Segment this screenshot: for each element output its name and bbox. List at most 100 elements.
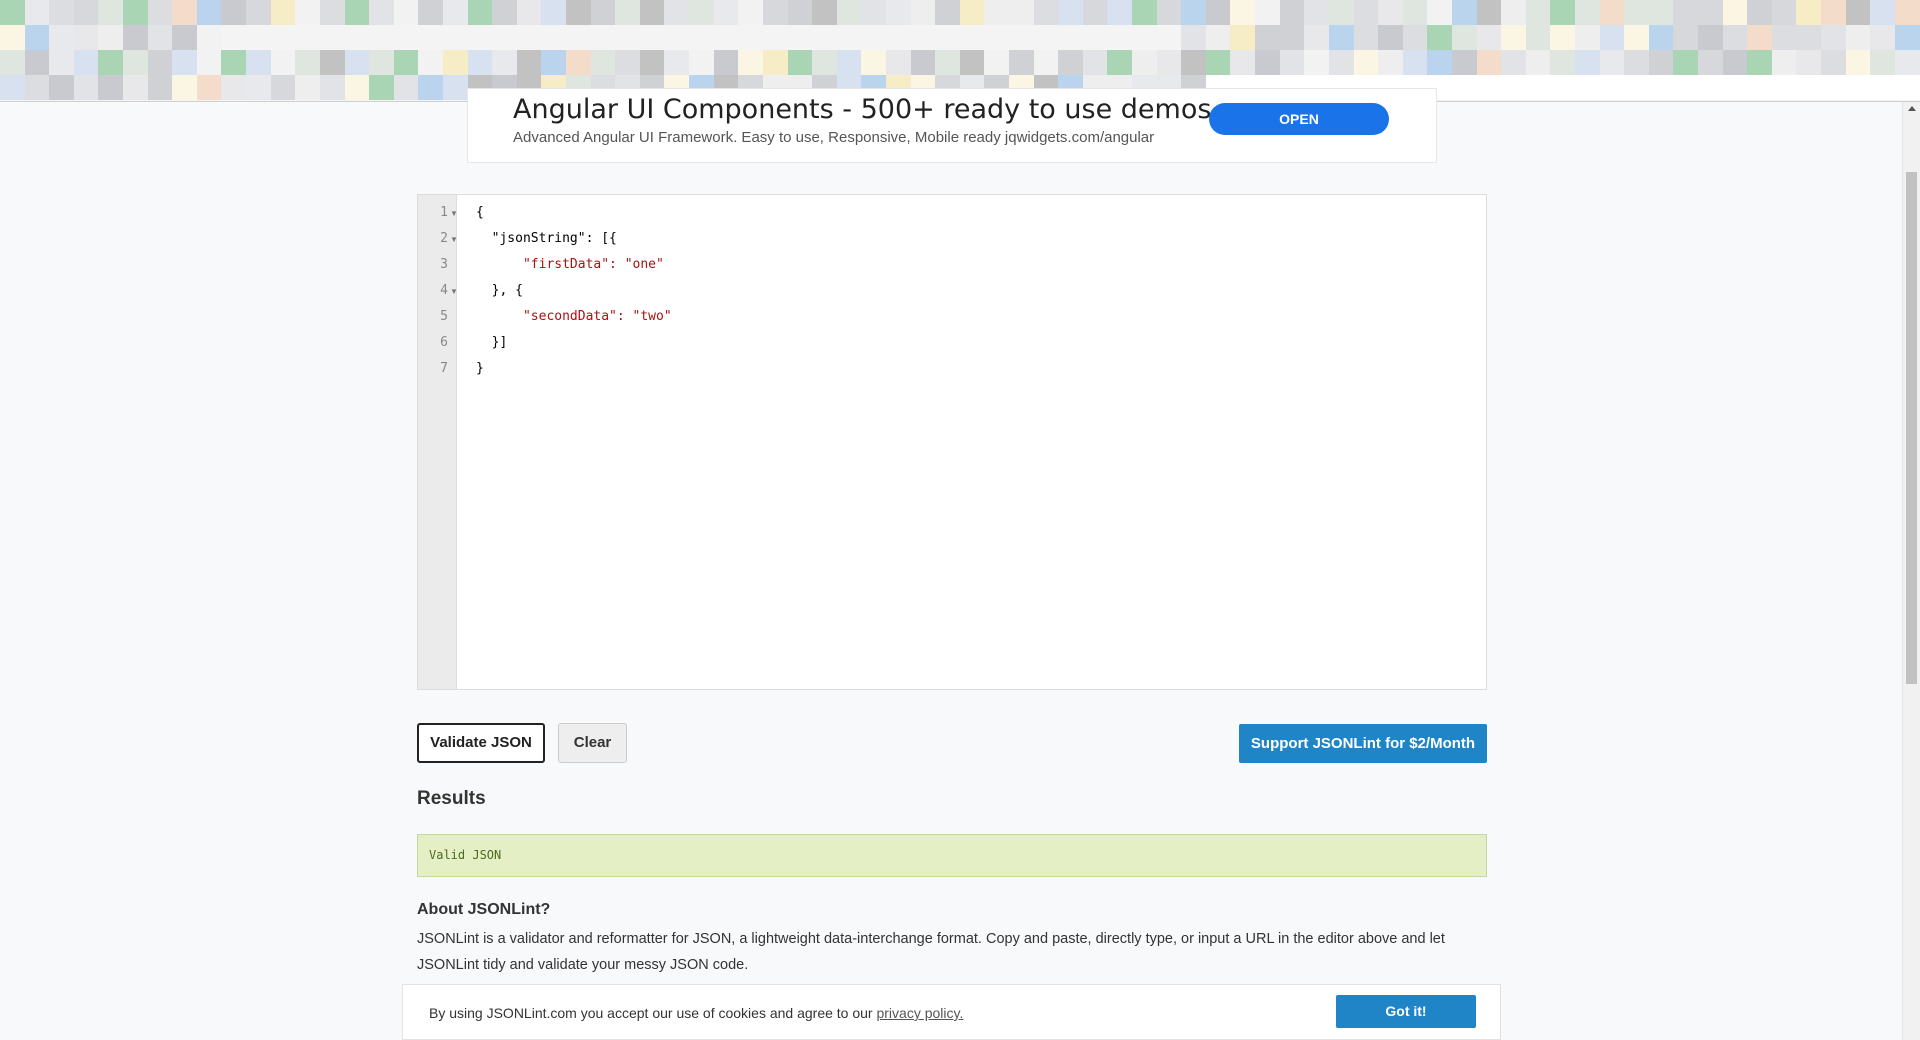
code-line[interactable]: }] bbox=[476, 335, 508, 350]
scrollbar[interactable] bbox=[1902, 102, 1920, 1040]
blurred-pixel bbox=[98, 75, 124, 100]
blurred-pixel bbox=[73, 50, 99, 75]
blurred-pixel bbox=[1378, 50, 1403, 75]
got-it-button[interactable]: Got it! bbox=[1336, 995, 1476, 1028]
blurred-pixel bbox=[1870, 50, 1895, 75]
blurred-pixel bbox=[1722, 50, 1748, 75]
blurred-pixel bbox=[1501, 75, 1526, 100]
blurred-pixel bbox=[1353, 25, 1379, 50]
line-number: 7 bbox=[440, 361, 448, 376]
blurred-pixel bbox=[1870, 25, 1895, 50]
blurred-pixel bbox=[1771, 0, 1797, 25]
blurred-pixel bbox=[1008, 50, 1034, 75]
fold-arrow-icon[interactable]: ▼ bbox=[450, 209, 458, 218]
blurred-pixel bbox=[0, 50, 25, 75]
blurred-header bbox=[0, 0, 1920, 102]
blurred-pixel bbox=[246, 0, 271, 25]
scrollbar-thumb[interactable] bbox=[1906, 172, 1917, 684]
blurred-pixel bbox=[516, 50, 542, 75]
blurred-pixel bbox=[1255, 50, 1280, 75]
blurred-pixel bbox=[1353, 50, 1379, 75]
blurred-pixel bbox=[1058, 50, 1083, 75]
scroll-up-arrow-icon[interactable] bbox=[1908, 106, 1916, 111]
blurred-pixel bbox=[1698, 75, 1723, 100]
validate-json-button[interactable]: Validate JSON bbox=[417, 723, 545, 763]
blurred-pixel bbox=[319, 50, 345, 75]
support-button[interactable]: Support JSONLint for $2/Month bbox=[1239, 724, 1487, 763]
blurred-pixel bbox=[1845, 25, 1871, 50]
blurred-pixel bbox=[664, 0, 690, 25]
blurred-pixel bbox=[861, 25, 886, 50]
code-line[interactable]: "secondData": "two" bbox=[476, 309, 672, 324]
line-number: 2 bbox=[440, 231, 448, 246]
code-line[interactable]: { bbox=[476, 205, 484, 220]
blurred-pixel bbox=[935, 0, 960, 25]
blurred-pixel bbox=[885, 50, 911, 75]
blurred-pixel bbox=[1845, 75, 1871, 100]
blurred-pixel bbox=[1698, 50, 1723, 75]
blurred-pixel bbox=[836, 50, 862, 75]
blurred-pixel bbox=[1599, 0, 1625, 25]
blurred-pixel bbox=[590, 25, 616, 50]
blurred-pixel bbox=[1255, 25, 1280, 50]
blurred-pixel bbox=[492, 0, 517, 25]
blurred-pixel bbox=[1821, 0, 1846, 25]
blurred-pixel bbox=[172, 50, 197, 75]
about-heading: About JSONLint? bbox=[417, 901, 551, 918]
code-line[interactable]: "firstData": "one" bbox=[476, 257, 664, 272]
blurred-pixel bbox=[541, 0, 567, 25]
blurred-pixel bbox=[1648, 50, 1674, 75]
blurred-pixel bbox=[24, 75, 50, 100]
blurred-pixel bbox=[344, 25, 370, 50]
blurred-pixel bbox=[270, 25, 296, 50]
blurred-pixel bbox=[1525, 0, 1551, 25]
ad-title[interactable]: Angular UI Components - 500+ ready to us… bbox=[513, 94, 1211, 125]
ad-open-button[interactable]: OPEN bbox=[1209, 103, 1389, 135]
blurred-pixel bbox=[49, 75, 74, 100]
blurred-pixel bbox=[147, 50, 173, 75]
blurred-pixel bbox=[270, 50, 296, 75]
blurred-pixel bbox=[24, 25, 50, 50]
blurred-pixel bbox=[787, 50, 813, 75]
blurred-row bbox=[0, 25, 1920, 50]
privacy-policy-link[interactable]: privacy policy. bbox=[876, 1005, 963, 1021]
code-line[interactable]: "jsonString": [{ bbox=[476, 231, 617, 246]
blurred-pixel bbox=[762, 0, 788, 25]
blurred-pixel bbox=[762, 25, 788, 50]
blurred-pixel bbox=[172, 0, 197, 25]
blurred-pixel bbox=[1378, 0, 1403, 25]
blurred-pixel bbox=[1722, 0, 1748, 25]
blurred-pixel bbox=[1132, 25, 1157, 50]
blurred-pixel bbox=[910, 0, 936, 25]
ad-banner[interactable]: Angular UI Components - 500+ ready to us… bbox=[467, 88, 1437, 163]
blurred-pixel bbox=[1599, 50, 1625, 75]
blurred-pixel bbox=[689, 50, 714, 75]
code-line[interactable]: } bbox=[476, 361, 484, 376]
blurred-pixel bbox=[689, 25, 714, 50]
blurred-pixel bbox=[1205, 25, 1231, 50]
blurred-pixel bbox=[49, 0, 74, 25]
blurred-pixel bbox=[1575, 0, 1600, 25]
blurred-pixel bbox=[1771, 50, 1797, 75]
blurred-pixel bbox=[713, 25, 739, 50]
blurred-pixel bbox=[147, 25, 173, 50]
blurred-pixel bbox=[221, 25, 247, 50]
blurred-pixel bbox=[1550, 0, 1575, 25]
blurred-pixel bbox=[123, 25, 148, 50]
blurred-pixel bbox=[221, 75, 247, 100]
blurred-pixel bbox=[344, 50, 370, 75]
blurred-pixel bbox=[1476, 50, 1502, 75]
code-line[interactable]: }, { bbox=[476, 283, 523, 298]
blurred-pixel bbox=[393, 75, 419, 100]
json-editor[interactable]: 1 ▼ 2 ▼ 3 4 ▼ 5 6 7 { "jsonString": [{ "… bbox=[417, 194, 1487, 690]
line-number: 3 bbox=[440, 257, 448, 272]
fold-arrow-icon[interactable]: ▼ bbox=[450, 235, 458, 244]
blurred-pixel bbox=[369, 75, 394, 100]
ad-subtitle[interactable]: Advanced Angular UI Framework. Easy to u… bbox=[513, 129, 1154, 146]
blurred-pixel bbox=[738, 25, 763, 50]
clear-button[interactable]: Clear bbox=[558, 723, 627, 763]
results-heading: Results bbox=[417, 788, 486, 809]
blurred-pixel bbox=[49, 25, 74, 50]
blurred-pixel bbox=[935, 25, 960, 50]
fold-arrow-icon[interactable]: ▼ bbox=[450, 287, 458, 296]
